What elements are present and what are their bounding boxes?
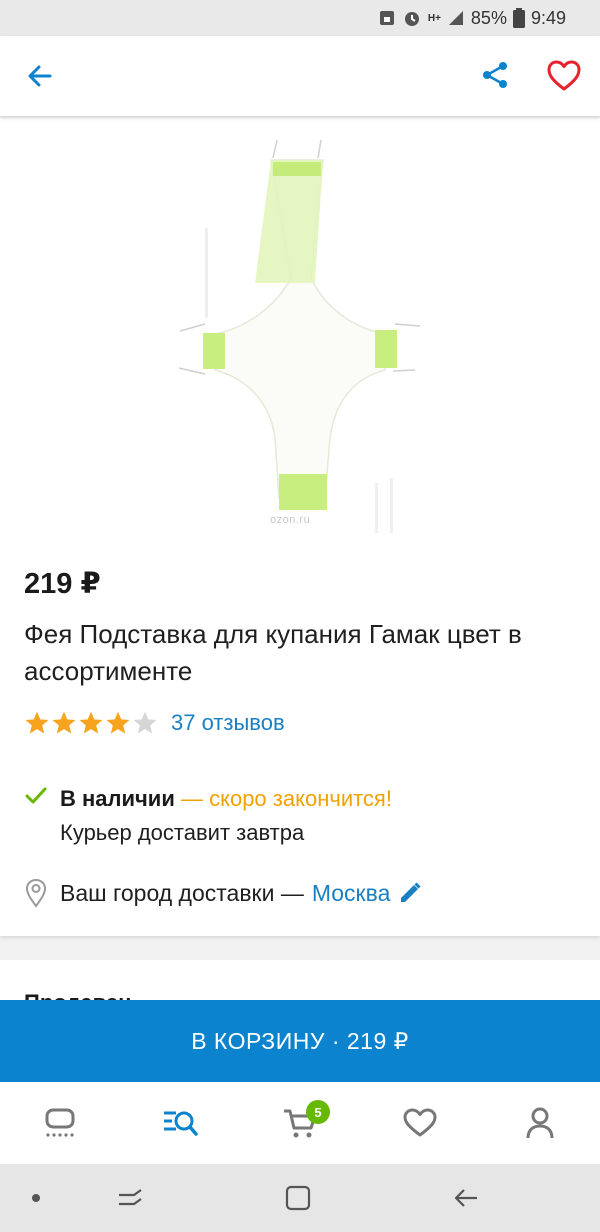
star-icon <box>25 711 49 734</box>
add-to-cart-button[interactable]: В КОРЗИНУ · 219 ₽ <box>0 1000 600 1082</box>
star-icon <box>106 711 130 734</box>
system-dot-button[interactable] <box>18 1180 54 1216</box>
check-icon <box>25 787 47 804</box>
stock-status: В наличии <box>60 786 175 811</box>
share-button[interactable] <box>476 56 514 94</box>
back-arrow-icon <box>28 65 52 87</box>
nav-home[interactable] <box>0 1082 120 1164</box>
app-bar <box>0 36 600 116</box>
recents-button[interactable] <box>112 1180 148 1216</box>
battery-percent: 85% <box>470 7 507 28</box>
battery-icon <box>512 8 525 28</box>
home-icon <box>45 1108 75 1137</box>
city-label: Ваш город доставки — <box>60 879 304 906</box>
network-type-label: H+ <box>427 12 441 24</box>
favorites-icon <box>403 1108 437 1137</box>
system-back-button[interactable] <box>448 1180 484 1216</box>
delivery-note: Курьер доставит завтра <box>60 820 305 845</box>
star-icon <box>52 711 76 734</box>
home-system-button[interactable] <box>280 1180 316 1216</box>
heart-icon <box>547 60 581 91</box>
stock-warning: — скоро закончится! <box>174 786 392 811</box>
location-pin-icon <box>25 878 47 908</box>
cart-badge: 5 <box>306 1100 330 1124</box>
reviews-link[interactable]: 37 отзывов <box>171 710 285 736</box>
nav-favorites[interactable] <box>360 1082 480 1164</box>
lock-notification-icon <box>378 9 396 27</box>
star-icon <box>133 711 157 734</box>
favorite-button[interactable] <box>543 56 585 96</box>
recents-icon <box>119 1189 142 1206</box>
back-button[interactable] <box>22 58 58 94</box>
product-price: 219 ₽ <box>24 568 101 600</box>
system-nav-bar <box>0 1164 600 1232</box>
status-bar: H+ 85% 9:49 <box>0 0 600 36</box>
profile-icon <box>526 1107 554 1139</box>
product-card: ozon.ru 219 ₽ Фея Подставка для купания … <box>0 118 600 936</box>
bottom-nav: 5 <box>0 1082 600 1164</box>
share-icon <box>483 62 507 88</box>
stock-info: В наличии — скоро закончится! Курьер дос… <box>24 782 392 850</box>
product-title: Фея Подставка для купания Гамак цвет в а… <box>24 619 522 686</box>
clock: 9:49 <box>530 7 566 28</box>
product-image[interactable] <box>175 138 425 538</box>
nav-cart[interactable]: 5 <box>240 1082 360 1164</box>
rating-row[interactable]: 37 отзывов <box>24 710 285 736</box>
system-back-icon <box>454 1189 477 1207</box>
search-catalog-icon <box>164 1111 198 1136</box>
star-icon <box>79 711 103 734</box>
pencil-icon[interactable] <box>398 881 422 905</box>
alarm-icon <box>402 8 422 28</box>
delivery-city-row[interactable]: Ваш город доставки — Москва <box>24 878 422 908</box>
signal-icon <box>447 9 465 27</box>
city-link[interactable]: Москва <box>312 880 391 907</box>
image-watermark: ozon.ru <box>270 514 311 526</box>
rating-stars <box>24 710 158 736</box>
square-home-icon <box>285 1185 311 1211</box>
nav-profile[interactable] <box>480 1082 600 1164</box>
dot-icon <box>32 1194 40 1202</box>
nav-catalog[interactable] <box>120 1082 240 1164</box>
